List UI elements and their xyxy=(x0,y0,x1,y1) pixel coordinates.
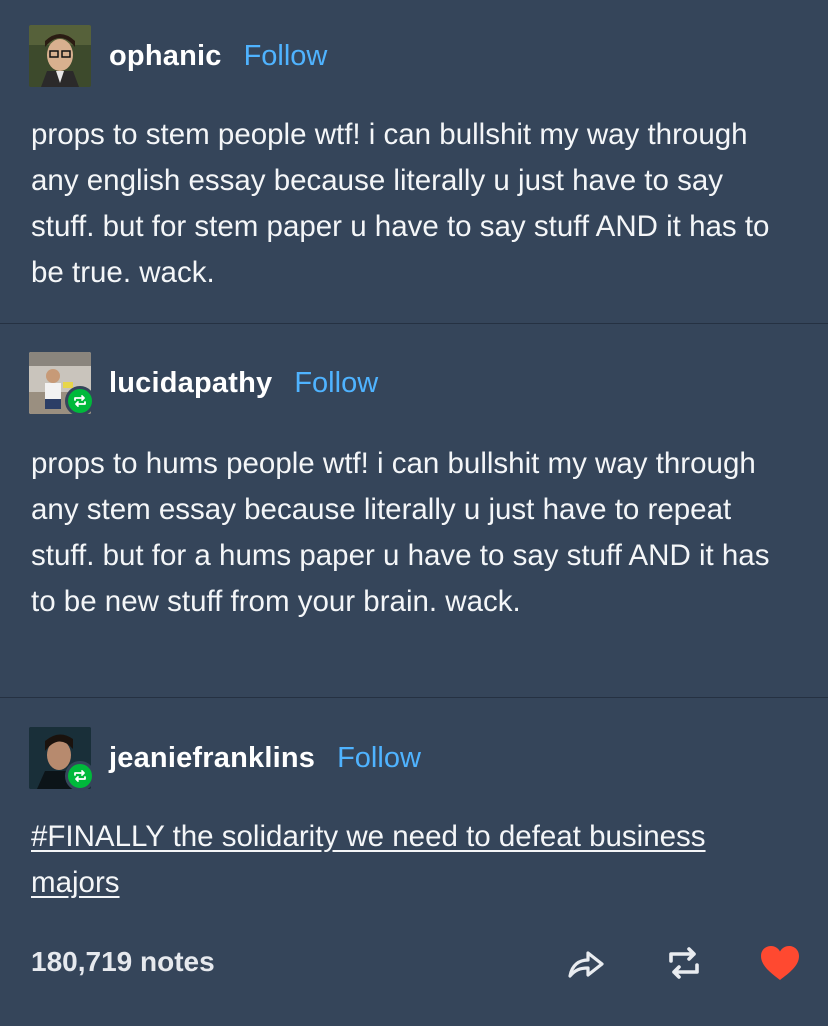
post-header: ophanic Follow xyxy=(29,25,327,87)
post-body: props to hums people wtf! i can bullshit… xyxy=(31,447,770,618)
avatar-jeaniefranklins[interactable] xyxy=(29,727,95,791)
post-lucidapathy: lucidapathy Follow props to hums people … xyxy=(0,324,828,698)
post-header: lucidapathy Follow xyxy=(29,352,378,416)
like-button[interactable] xyxy=(757,940,803,986)
username[interactable]: lucidapathy xyxy=(109,367,272,400)
avatar-ophanic[interactable] xyxy=(29,25,91,87)
share-icon xyxy=(568,951,604,978)
post-tags[interactable]: #FINALLY the solidarity we need to defea… xyxy=(31,814,791,906)
post-ophanic: ophanic Follow props to stem people wtf!… xyxy=(0,0,828,324)
reblog-icon xyxy=(74,395,86,407)
reblog-button[interactable] xyxy=(661,940,707,986)
post-jeaniefranklins: jeaniefranklins Follow #FINALLY the soli… xyxy=(0,698,828,928)
username[interactable]: ophanic xyxy=(109,40,222,73)
heart-icon xyxy=(761,946,799,980)
post-footer: 180,719 notes xyxy=(31,940,811,990)
reblog-badge xyxy=(65,386,95,416)
username[interactable]: jeaniefranklins xyxy=(109,742,315,775)
reblog-badge xyxy=(65,761,95,791)
notes-count[interactable]: 180,719 notes xyxy=(31,946,215,978)
reblog-icon xyxy=(74,770,86,782)
follow-button[interactable]: Follow xyxy=(294,367,378,400)
follow-button[interactable]: Follow xyxy=(337,742,421,775)
share-button[interactable] xyxy=(563,940,609,986)
avatar-lucidapathy[interactable] xyxy=(29,352,95,416)
reblog-icon xyxy=(669,947,699,979)
post-header: jeaniefranklins Follow xyxy=(29,727,421,791)
avatar-image xyxy=(29,25,91,87)
follow-button[interactable]: Follow xyxy=(244,40,328,73)
post-body: props to stem people wtf! i can bullshit… xyxy=(31,118,770,289)
